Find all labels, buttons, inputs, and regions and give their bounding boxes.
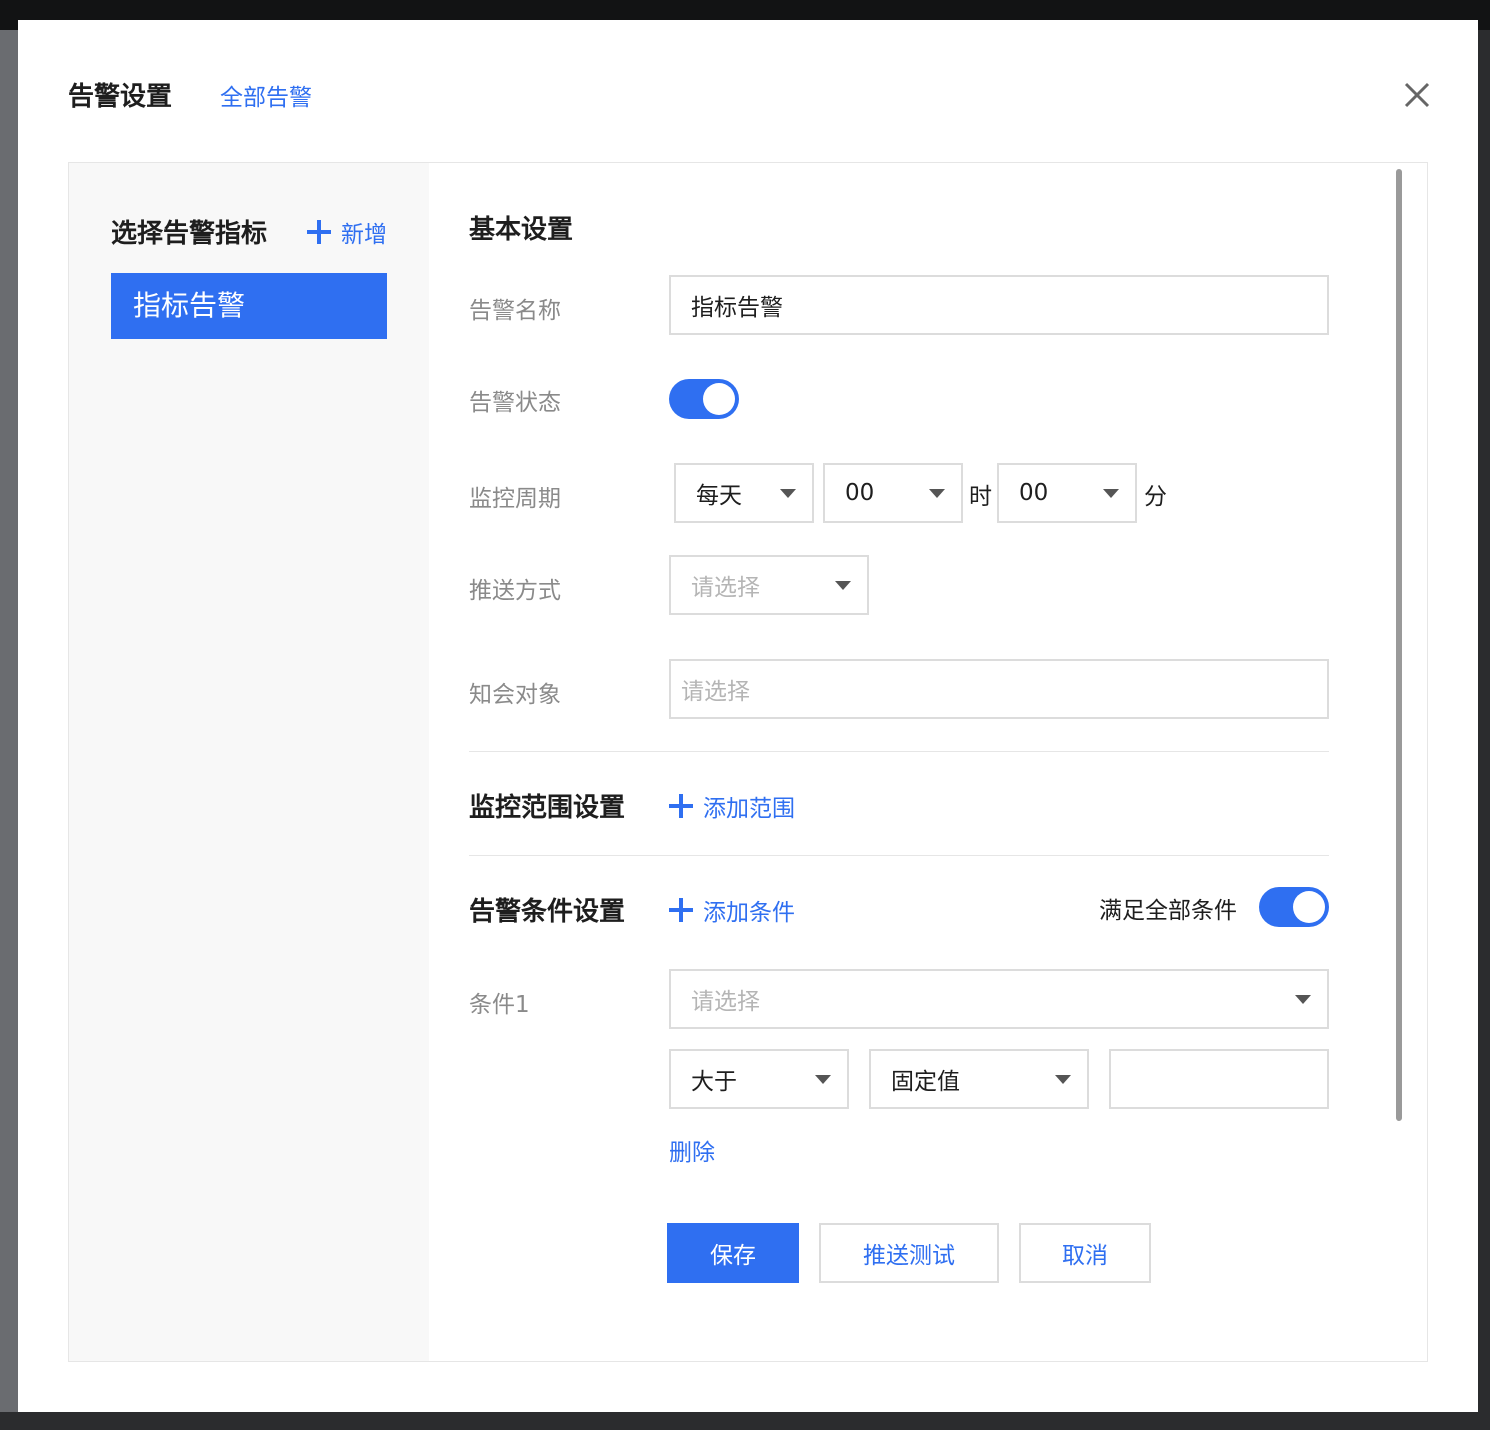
background-left <box>0 30 18 1430</box>
condition-label: 条件1 <box>469 992 530 1018</box>
chevron-down-icon <box>815 1075 831 1084</box>
push-method-placeholder: 请选择 <box>691 575 760 601</box>
alert-settings-dialog: 告警设置 全部告警 选择告警指标 新增 指标告警 基本设置 告警名称 指标告警 … <box>18 20 1478 1412</box>
chevron-down-icon <box>1055 1075 1071 1084</box>
settings-panel: 选择告警指标 新增 指标告警 基本设置 告警名称 指标告警 告警状态 监控周期 … <box>68 162 1428 1362</box>
push-test-button[interactable]: 推送测试 <box>819 1223 999 1283</box>
condition-operator-value: 大于 <box>691 1069 737 1095</box>
push-method-label: 推送方式 <box>469 578 561 604</box>
alert-status-toggle[interactable] <box>669 379 739 419</box>
dialog-title: 告警设置 <box>68 82 173 112</box>
settings-content: 基本设置 告警名称 指标告警 告警状态 监控周期 每天 00 时 00 分 推送… <box>429 163 1427 1361</box>
close-icon[interactable] <box>1400 78 1434 112</box>
condition-value-type-value: 固定值 <box>891 1069 960 1095</box>
cycle-minute-value: 00 <box>1019 480 1049 506</box>
condition-value-input[interactable] <box>1109 1049 1329 1109</box>
cancel-button[interactable]: 取消 <box>1019 1223 1151 1283</box>
add-metric-button[interactable]: 新增 <box>307 215 387 249</box>
plus-icon <box>669 898 693 922</box>
condition-settings-title: 告警条件设置 <box>469 897 626 927</box>
alert-name-input[interactable]: 指标告警 <box>669 275 1329 335</box>
all-alerts-link[interactable]: 全部告警 <box>220 78 312 112</box>
background-right <box>1478 30 1490 1430</box>
basic-settings-title: 基本设置 <box>469 215 574 245</box>
condition-metric-placeholder: 请选择 <box>691 989 760 1015</box>
notify-target-label: 知会对象 <box>469 682 561 708</box>
monitor-cycle-label: 监控周期 <box>469 486 561 512</box>
minute-unit: 分 <box>1144 484 1167 510</box>
metric-sidebar: 选择告警指标 新增 指标告警 <box>69 163 429 1361</box>
add-condition-button[interactable]: 添加条件 <box>669 893 795 927</box>
match-all-toggle[interactable] <box>1259 887 1329 927</box>
cycle-frequency-select[interactable]: 每天 <box>674 463 814 523</box>
alert-status-label: 告警状态 <box>469 390 561 416</box>
scope-settings-title: 监控范围设置 <box>469 793 626 823</box>
add-condition-label: 添加条件 <box>703 900 795 926</box>
hour-unit: 时 <box>969 484 992 510</box>
plus-icon <box>307 220 331 244</box>
cycle-hour-select[interactable]: 00 <box>823 463 963 523</box>
background-bottom <box>0 1412 1490 1430</box>
cycle-hour-value: 00 <box>845 480 875 506</box>
match-all-label: 满足全部条件 <box>1099 898 1237 924</box>
chevron-down-icon <box>929 489 945 498</box>
add-scope-button[interactable]: 添加范围 <box>669 789 795 823</box>
sidebar-item-metric-alert[interactable]: 指标告警 <box>111 273 387 339</box>
chevron-down-icon <box>835 581 851 590</box>
push-method-select[interactable]: 请选择 <box>669 555 869 615</box>
chevron-down-icon <box>780 489 796 498</box>
divider <box>469 751 1329 752</box>
plus-icon <box>669 794 693 818</box>
chevron-down-icon <box>1295 995 1311 1004</box>
condition-metric-select[interactable]: 请选择 <box>669 969 1329 1029</box>
sidebar-title: 选择告警指标 <box>111 219 268 249</box>
alert-name-label: 告警名称 <box>469 298 561 324</box>
delete-condition-link[interactable]: 删除 <box>669 1133 715 1167</box>
divider <box>469 855 1329 856</box>
notify-target-input[interactable]: 请选择 <box>669 659 1329 719</box>
content-scrollbar[interactable] <box>1396 169 1402 1121</box>
chevron-down-icon <box>1103 489 1119 498</box>
condition-operator-select[interactable]: 大于 <box>669 1049 849 1109</box>
add-metric-label: 新增 <box>341 222 387 248</box>
cycle-frequency-value: 每天 <box>696 483 742 509</box>
condition-value-type-select[interactable]: 固定值 <box>869 1049 1089 1109</box>
cycle-minute-select[interactable]: 00 <box>997 463 1137 523</box>
add-scope-label: 添加范围 <box>703 796 795 822</box>
save-button[interactable]: 保存 <box>667 1223 799 1283</box>
